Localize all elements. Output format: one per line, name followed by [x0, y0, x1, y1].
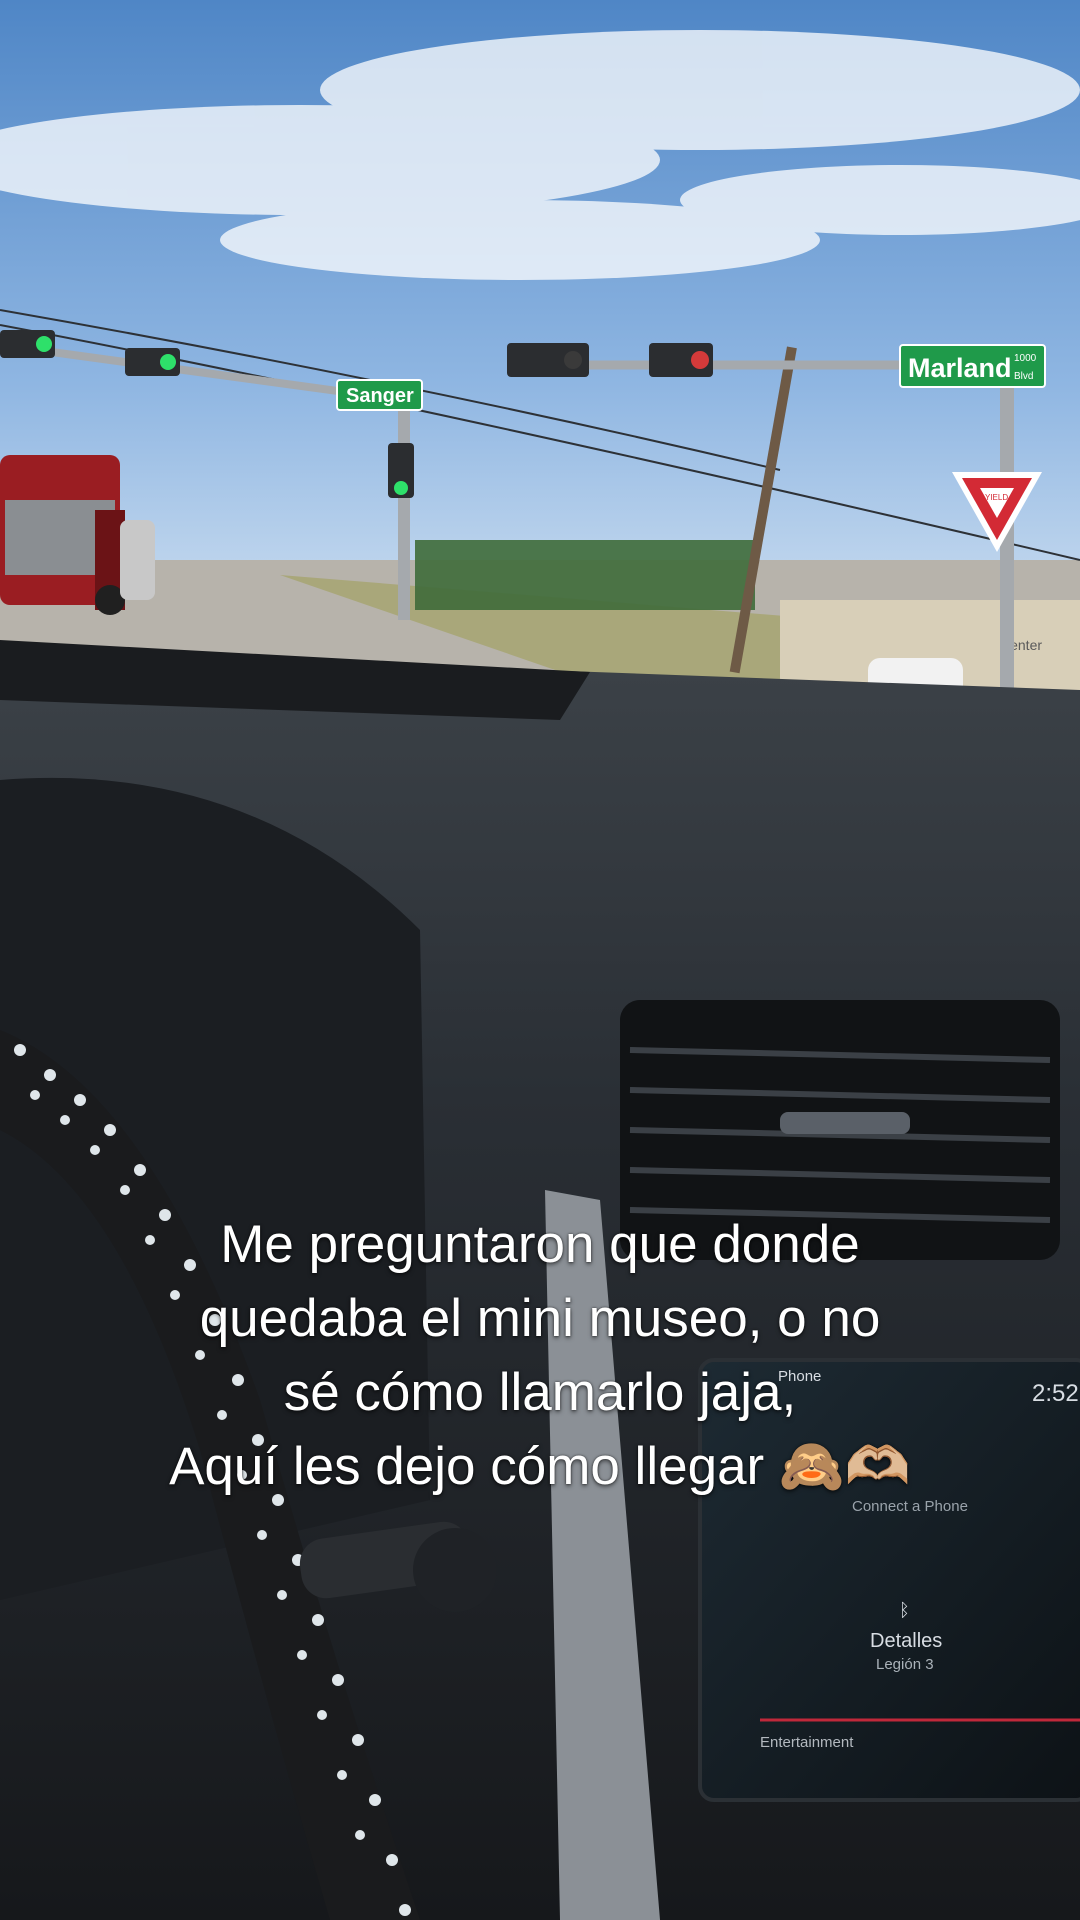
traffic-pole-left — [398, 395, 410, 620]
street-sign-marland: Marland 1000 Blvd — [899, 344, 1046, 388]
svg-text:Sanger: Sanger — [346, 385, 414, 407]
bluetooth-icon: ᛒ — [899, 1600, 910, 1620]
caption-line-1: Me preguntaron que donde — [220, 1215, 860, 1274]
svg-text:YIELD: YIELD — [985, 493, 1008, 502]
svg-text:Marland: Marland — [908, 353, 1012, 383]
svg-text:Blvd: Blvd — [1014, 371, 1033, 382]
caption-line-3: sé cómo llamarlo jaja, — [283, 1363, 797, 1422]
treeline — [415, 540, 755, 610]
radio-clock: 2:52 — [1032, 1380, 1079, 1407]
caption-line-2: quedaba el mini museo, o no — [199, 1289, 881, 1348]
radio-entertainment-tab[interactable]: Entertainment — [760, 1734, 853, 1751]
svg-text:1000: 1000 — [1014, 353, 1037, 364]
caption-line-4: Aquí les dejo cómo llegar 🙈🫶🏼 — [169, 1437, 911, 1496]
traffic-light-center-2 — [649, 343, 713, 377]
traffic-light-left-1 — [0, 330, 55, 358]
radio-device-name: Legión 3 — [876, 1656, 934, 1673]
traffic-light-center-1 — [507, 343, 589, 377]
video-caption: Me preguntaron que donde quedaba el mini… — [60, 1208, 1020, 1504]
traffic-light-left-2 — [125, 348, 180, 376]
traffic-light-vertical — [388, 443, 414, 498]
radio-details-button[interactable]: Detalles — [870, 1630, 942, 1653]
street-sign-sanger: Sanger — [336, 379, 423, 411]
